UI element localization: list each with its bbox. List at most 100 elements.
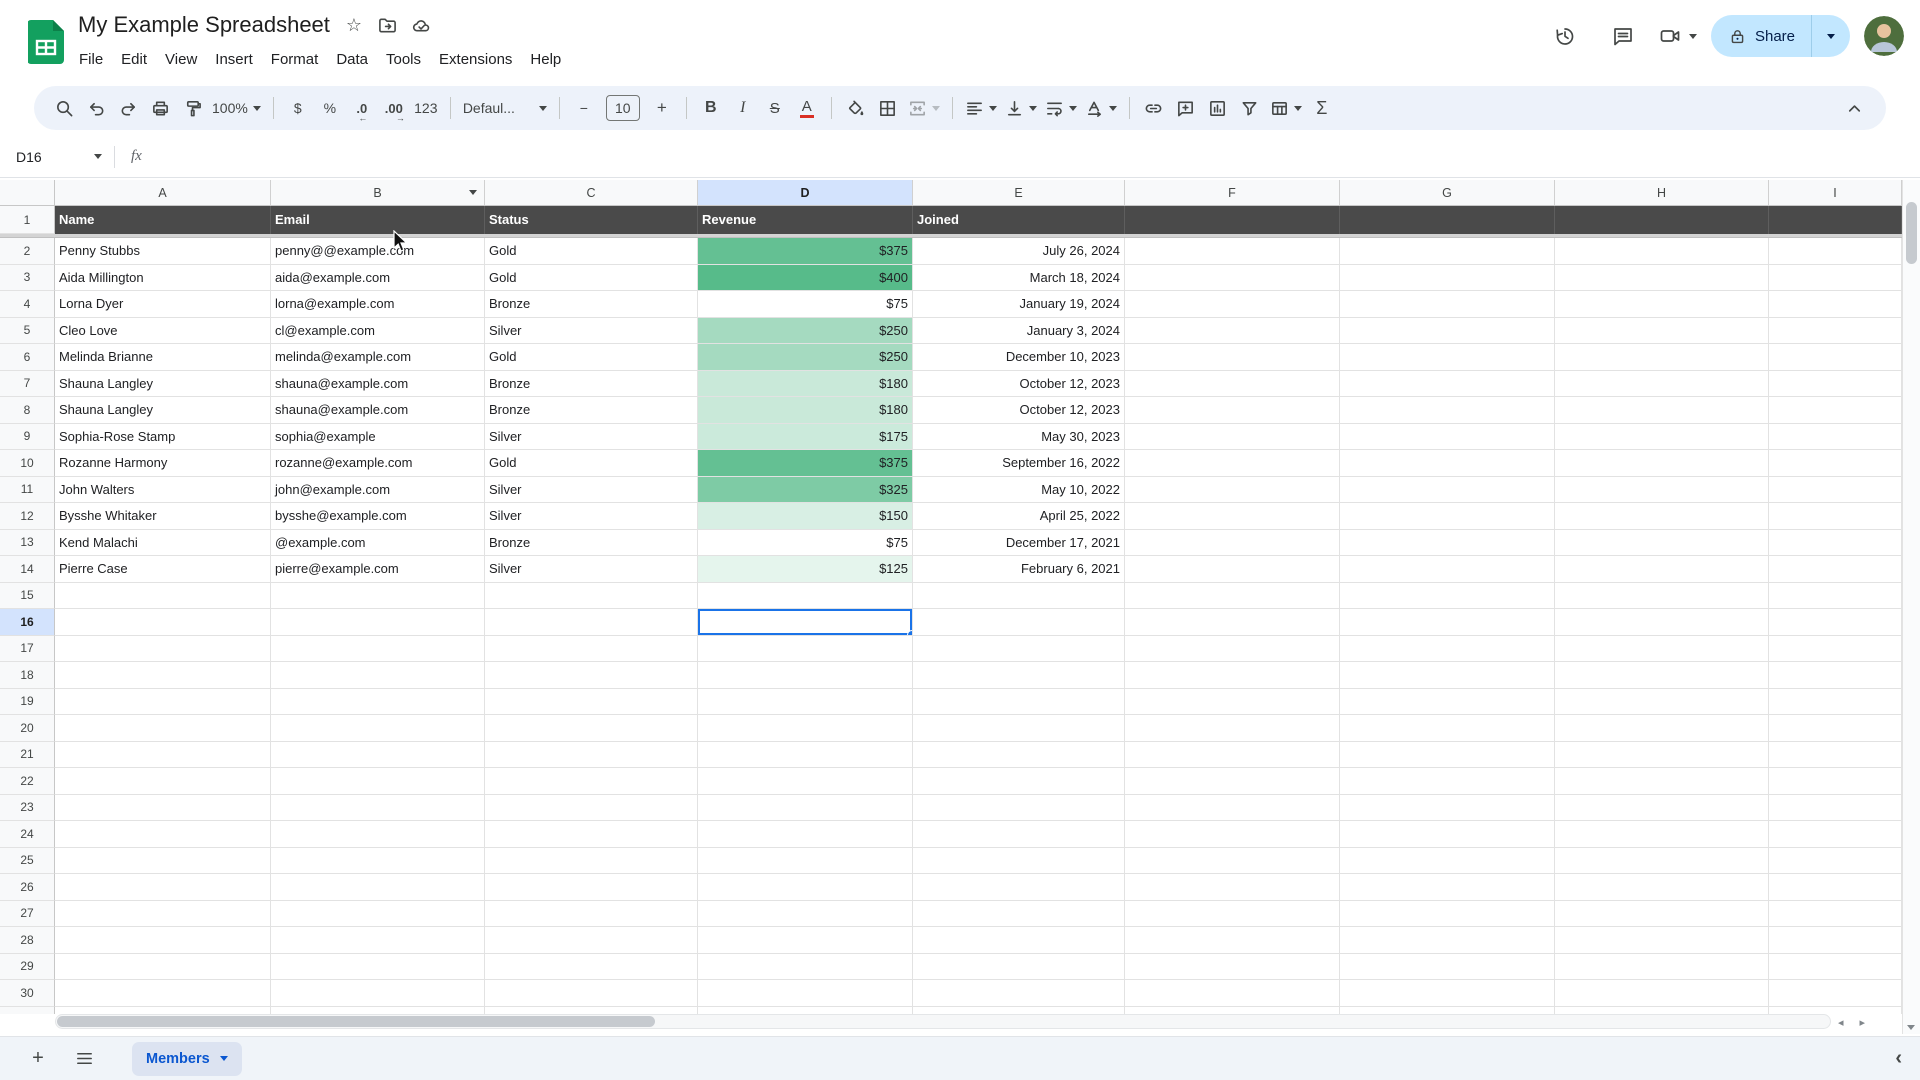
- column-header-A[interactable]: A: [55, 180, 271, 206]
- cell-E25[interactable]: [913, 848, 1125, 875]
- cell-H31[interactable]: [1555, 1007, 1769, 1015]
- cell-I19[interactable]: [1769, 689, 1902, 716]
- menu-tools[interactable]: Tools: [377, 48, 430, 71]
- cell-D9[interactable]: $175: [698, 424, 913, 451]
- cell-A14[interactable]: Pierre Case: [55, 556, 271, 583]
- cell-G14[interactable]: [1340, 556, 1555, 583]
- cell-E20[interactable]: [913, 715, 1125, 742]
- cell-I11[interactable]: [1769, 477, 1902, 504]
- cell-I6[interactable]: [1769, 344, 1902, 371]
- column-header-H[interactable]: H: [1555, 180, 1769, 206]
- cell-B14[interactable]: pierre@example.com: [271, 556, 485, 583]
- cell-E28[interactable]: [913, 927, 1125, 954]
- cell-D22[interactable]: [698, 768, 913, 795]
- increase-decimal-button[interactable]: .00→: [378, 92, 410, 124]
- cell-D21[interactable]: [698, 742, 913, 769]
- cell-E15[interactable]: [913, 583, 1125, 610]
- cell-C3[interactable]: Gold: [485, 265, 698, 292]
- cell-B26[interactable]: [271, 874, 485, 901]
- text-rotation-button[interactable]: [1081, 92, 1121, 124]
- row-header-2[interactable]: 2: [0, 238, 55, 265]
- cell-H8[interactable]: [1555, 397, 1769, 424]
- cell-C1[interactable]: Status: [485, 206, 698, 234]
- cell-D2[interactable]: $375: [698, 238, 913, 265]
- share-button-main[interactable]: Share: [1711, 15, 1811, 57]
- cell-D13[interactable]: $75: [698, 530, 913, 557]
- cell-I23[interactable]: [1769, 795, 1902, 822]
- table-tools-button[interactable]: [1266, 92, 1306, 124]
- row-header-11[interactable]: 11: [0, 477, 55, 504]
- cell-G22[interactable]: [1340, 768, 1555, 795]
- insert-chart-icon[interactable]: [1202, 92, 1234, 124]
- cell-I9[interactable]: [1769, 424, 1902, 451]
- cell-G18[interactable]: [1340, 662, 1555, 689]
- cell-E14[interactable]: February 6, 2021: [913, 556, 1125, 583]
- create-filter-icon[interactable]: [1234, 92, 1266, 124]
- cell-E13[interactable]: December 17, 2021: [913, 530, 1125, 557]
- menu-view[interactable]: View: [156, 48, 206, 71]
- cell-F12[interactable]: [1125, 503, 1340, 530]
- cell-H22[interactable]: [1555, 768, 1769, 795]
- decrease-decimal-button[interactable]: .0←: [346, 92, 378, 124]
- row-header-4[interactable]: 4: [0, 291, 55, 318]
- cell-C2[interactable]: Gold: [485, 238, 698, 265]
- menu-data[interactable]: Data: [327, 48, 377, 71]
- cell-G6[interactable]: [1340, 344, 1555, 371]
- move-folder-icon[interactable]: [378, 15, 398, 35]
- row-header-23[interactable]: 23: [0, 795, 55, 822]
- cell-G27[interactable]: [1340, 901, 1555, 928]
- cell-A5[interactable]: Cleo Love: [55, 318, 271, 345]
- cell-H3[interactable]: [1555, 265, 1769, 292]
- cell-E29[interactable]: [913, 954, 1125, 981]
- menu-file[interactable]: File: [70, 48, 112, 71]
- cell-E21[interactable]: [913, 742, 1125, 769]
- cell-F21[interactable]: [1125, 742, 1340, 769]
- cell-F4[interactable]: [1125, 291, 1340, 318]
- cell-D6[interactable]: $250: [698, 344, 913, 371]
- cell-D23[interactable]: [698, 795, 913, 822]
- scroll-left-icon[interactable]: ◂: [1838, 1016, 1844, 1029]
- cell-G4[interactable]: [1340, 291, 1555, 318]
- cell-C8[interactable]: Bronze: [485, 397, 698, 424]
- cell-F24[interactable]: [1125, 821, 1340, 848]
- cell-G17[interactable]: [1340, 636, 1555, 663]
- cell-A9[interactable]: Sophia-Rose Stamp: [55, 424, 271, 451]
- cell-C30[interactable]: [485, 980, 698, 1007]
- cell-B6[interactable]: melinda@example.com: [271, 344, 485, 371]
- cell-E3[interactable]: March 18, 2024: [913, 265, 1125, 292]
- cell-H25[interactable]: [1555, 848, 1769, 875]
- cell-C14[interactable]: Silver: [485, 556, 698, 583]
- cell-F14[interactable]: [1125, 556, 1340, 583]
- vertical-scrollbar[interactable]: [1902, 180, 1920, 1034]
- cell-A11[interactable]: John Walters: [55, 477, 271, 504]
- increase-font-size-button[interactable]: +: [646, 92, 678, 124]
- cell-G25[interactable]: [1340, 848, 1555, 875]
- row-header-31[interactable]: 31: [0, 1007, 55, 1015]
- cell-I24[interactable]: [1769, 821, 1902, 848]
- text-wrap-button[interactable]: [1041, 92, 1081, 124]
- cell-F11[interactable]: [1125, 477, 1340, 504]
- paint-format-icon[interactable]: [176, 92, 208, 124]
- sheet-grid[interactable]: ABCDEFGHI1NameEmailStatusRevenueJoined2P…: [0, 180, 1902, 1014]
- cell-F6[interactable]: [1125, 344, 1340, 371]
- cell-H29[interactable]: [1555, 954, 1769, 981]
- cell-G20[interactable]: [1340, 715, 1555, 742]
- cell-I7[interactable]: [1769, 371, 1902, 398]
- cell-H12[interactable]: [1555, 503, 1769, 530]
- horizontal-scrollbar[interactable]: [55, 1014, 1831, 1029]
- all-sheets-icon[interactable]: [64, 1039, 104, 1079]
- row-header-22[interactable]: 22: [0, 768, 55, 795]
- cell-B17[interactable]: [271, 636, 485, 663]
- cell-F19[interactable]: [1125, 689, 1340, 716]
- cell-H1[interactable]: [1555, 206, 1769, 234]
- cell-E7[interactable]: October 12, 2023: [913, 371, 1125, 398]
- video-call-button[interactable]: [1659, 25, 1697, 47]
- cell-H23[interactable]: [1555, 795, 1769, 822]
- cell-I8[interactable]: [1769, 397, 1902, 424]
- cloud-saved-icon[interactable]: [412, 15, 432, 35]
- row-header-5[interactable]: 5: [0, 318, 55, 345]
- cell-A24[interactable]: [55, 821, 271, 848]
- cell-H11[interactable]: [1555, 477, 1769, 504]
- share-button[interactable]: Share: [1711, 15, 1850, 57]
- cell-G30[interactable]: [1340, 980, 1555, 1007]
